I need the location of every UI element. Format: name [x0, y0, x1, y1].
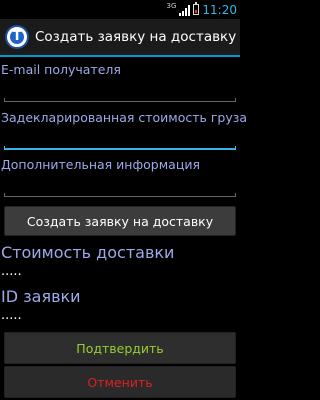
- additional-info-field[interactable]: [4, 179, 236, 197]
- status-clock: 11:20: [202, 2, 237, 17]
- title-divider: [0, 55, 240, 57]
- delivery-cost-heading: Стоимость доставки: [1, 243, 175, 262]
- email-field[interactable]: [4, 84, 236, 102]
- battery-icon: [193, 2, 200, 15]
- email-label: E-mail получателя: [1, 62, 121, 77]
- confirm-button[interactable]: Подтвердить: [4, 332, 236, 364]
- app-logo-icon[interactable]: T: [5, 25, 29, 49]
- create-request-button[interactable]: Создать заявку на доставку: [4, 206, 236, 236]
- status-bar: 3G 11:20: [0, 0, 240, 19]
- status-indicators: 3G 11:20: [167, 0, 237, 19]
- declared-value-field[interactable]: [4, 132, 236, 150]
- page-title: Создать заявку на доставку: [35, 29, 237, 45]
- app-logo-letter: T: [12, 29, 22, 44]
- declared-value-label: Задекларированная стоимость груза: [1, 110, 248, 125]
- request-id-heading: ID заявки: [1, 287, 81, 306]
- signal-icon: [179, 4, 191, 16]
- additional-info-label: Дополнительная информация: [1, 157, 200, 172]
- delivery-cost-value: .....: [1, 264, 22, 279]
- cancel-button[interactable]: Отменить: [4, 366, 236, 398]
- action-bar: T Создать заявку на доставку: [0, 19, 240, 55]
- request-id-value: .....: [1, 308, 22, 323]
- network-type: 3G: [166, 1, 177, 10]
